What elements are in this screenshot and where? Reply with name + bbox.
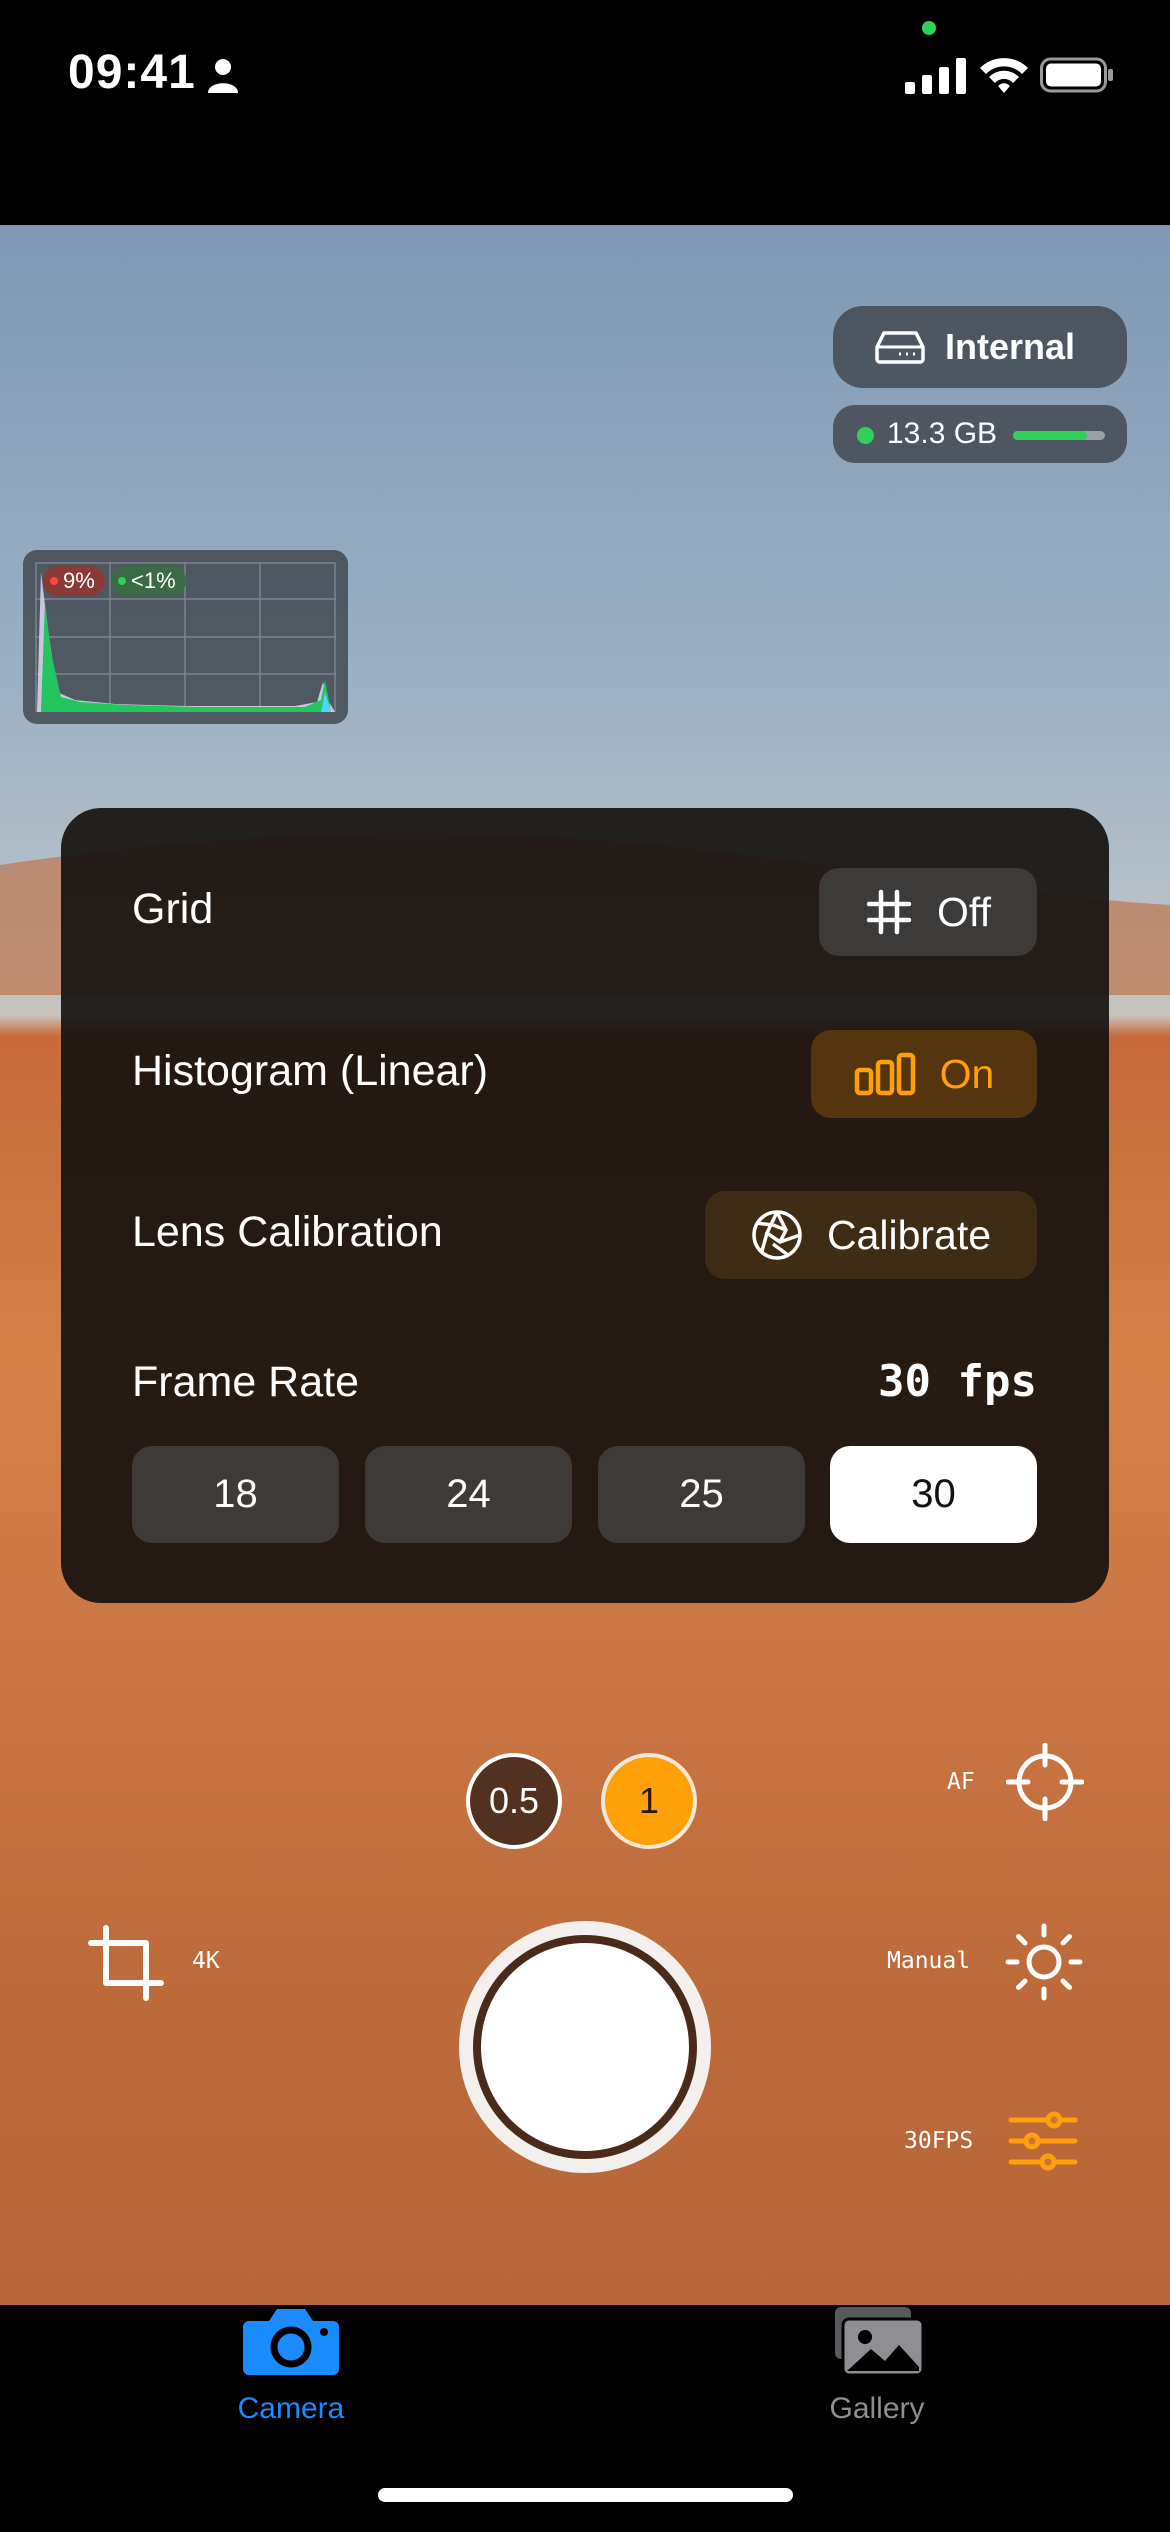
status-bar: 09:41: [0, 0, 1170, 225]
camera-viewfinder[interactable]: Internal 13.3 GB 9% <1% Grid Off Histogr…: [0, 225, 1170, 2305]
fps-option-24[interactable]: 24: [365, 1446, 572, 1543]
fps-option-30[interactable]: 30: [830, 1446, 1037, 1543]
fps-option-18[interactable]: 18: [132, 1446, 339, 1543]
camera-icon: [243, 2309, 339, 2375]
aperture-icon: [752, 1210, 802, 1260]
frame-rate-label: Frame Rate: [132, 1358, 360, 1406]
calibrate-button[interactable]: Calibrate: [705, 1191, 1037, 1279]
free-space-indicator: 13.3 GB: [833, 405, 1127, 463]
grid-value: Off: [937, 888, 991, 935]
photos-gallery-icon: [835, 2307, 925, 2377]
cellular-signal-icon: [905, 58, 966, 94]
storage-location-button[interactable]: Internal: [833, 306, 1127, 388]
settings-panel: Grid Off Histogram (Linear) On Lens Cali…: [61, 808, 1109, 1603]
camera-in-use-indicator: [922, 21, 936, 35]
exposure-sun-icon[interactable]: [1005, 1923, 1083, 2001]
tab-gallery[interactable]: Gallery: [727, 2305, 1027, 2455]
focus-target-icon[interactable]: [1006, 1743, 1084, 1821]
histogram-bars-icon: [854, 1052, 915, 1096]
histogram-overlay[interactable]: 9% <1%: [23, 550, 348, 724]
grid-label: Grid: [132, 885, 214, 933]
calibrate-label: Calibrate: [826, 1211, 992, 1258]
free-space-bar: [1013, 431, 1105, 440]
shutter-core: [481, 1943, 689, 2151]
tab-camera-label: Camera: [237, 2392, 345, 2425]
lens-1x-button[interactable]: 1: [601, 1753, 697, 1849]
tab-camera[interactable]: Camera: [141, 2305, 441, 2455]
grid-toggle-button[interactable]: Off: [819, 868, 1037, 956]
free-space-bar-fill: [1013, 431, 1087, 440]
adjustments-sliders-icon[interactable]: [1008, 2110, 1078, 2172]
wifi-icon: [980, 58, 1028, 93]
battery-icon: [1040, 57, 1113, 93]
lens-calibration-label: Lens Calibration: [132, 1208, 443, 1256]
shutter-button[interactable]: [459, 1921, 711, 2173]
exposure-mode-label: Manual: [887, 1948, 971, 1974]
grid-icon: [866, 889, 912, 935]
lens-0.5x-button[interactable]: 0.5: [466, 1753, 562, 1849]
free-space-label: 13.3 GB: [887, 417, 998, 450]
drive-icon: [875, 331, 925, 364]
tab-gallery-label: Gallery: [829, 2392, 925, 2425]
af-label: AF: [947, 1769, 975, 1795]
resolution-label: 4K: [192, 1948, 220, 1974]
fps-mode-label: 30FPS: [904, 2128, 974, 2154]
highlight-clip-badge: 9%: [43, 566, 105, 596]
histogram-value: On: [939, 1050, 995, 1097]
home-indicator[interactable]: [378, 2488, 793, 2502]
storage-location-label: Internal: [945, 326, 1076, 367]
frame-rate-value: 30 fps: [878, 1356, 1037, 1407]
histogram-toggle-button[interactable]: On: [811, 1030, 1037, 1118]
crop-icon[interactable]: [88, 1925, 164, 2001]
shadow-clip-badge: <1%: [111, 566, 186, 596]
histogram-label: Histogram (Linear): [132, 1047, 489, 1095]
fps-option-25[interactable]: 25: [598, 1446, 805, 1543]
status-dot: [857, 427, 874, 444]
status-time: 09:41: [68, 46, 196, 99]
person-icon: [208, 59, 238, 93]
